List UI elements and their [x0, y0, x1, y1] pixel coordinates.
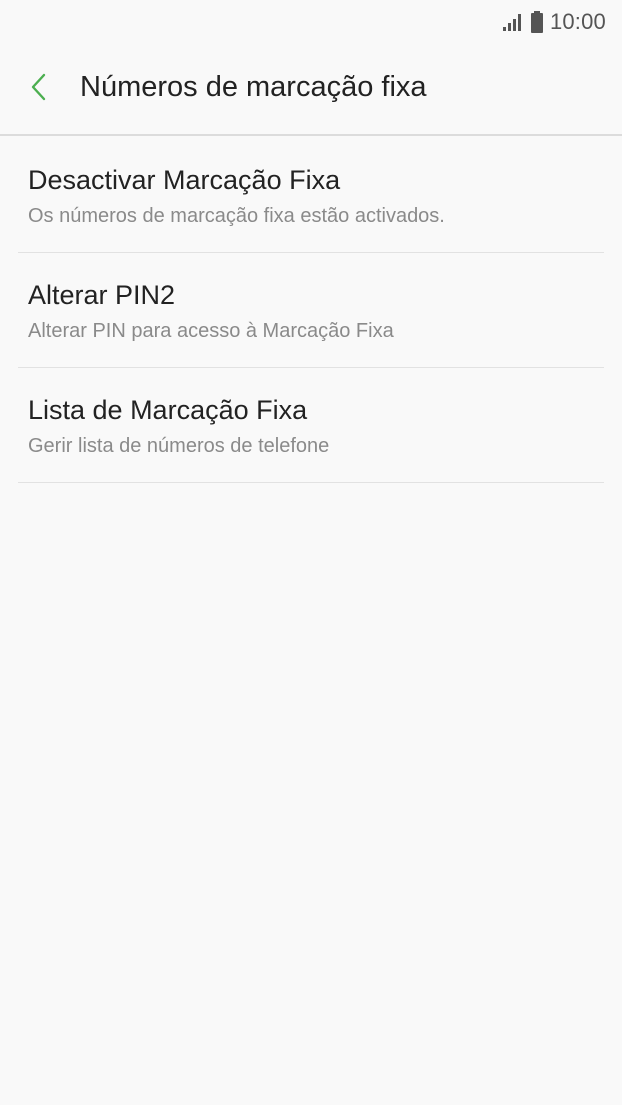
status-icons: 10:00	[502, 9, 606, 35]
list-item-subtitle: Gerir lista de números de telefone	[28, 435, 330, 457]
settings-list: Desactivar Marcação Fixa Os números de m…	[0, 138, 622, 483]
screen: 10:00 Números de marcação fixa Desactiva…	[0, 0, 622, 1105]
chevron-left-icon	[29, 72, 49, 107]
battery-icon	[530, 11, 544, 33]
list-item-title: Desactivar Marcação Fixa	[28, 165, 341, 195]
back-button[interactable]	[18, 68, 60, 110]
list-item-title: Lista de Marcação Fixa	[28, 395, 308, 425]
list-item-change-pin2[interactable]: Alterar PIN2 Alterar PIN para acesso à M…	[18, 253, 604, 368]
list-item-disable-fdn[interactable]: Desactivar Marcação Fixa Os números de m…	[18, 138, 604, 253]
signal-icon	[502, 13, 524, 31]
list-item-fdn-list[interactable]: Lista de Marcação Fixa Gerir lista de nú…	[18, 368, 604, 483]
status-bar: 10:00	[0, 0, 622, 44]
status-clock: 10:00	[549, 9, 606, 34]
list-item-subtitle: Alterar PIN para acesso à Marcação Fixa	[28, 320, 394, 342]
app-header: Números de marcação fixa	[0, 44, 622, 136]
list-item-subtitle: Os números de marcação fixa estão activa…	[28, 205, 445, 227]
list-item-title: Alterar PIN2	[28, 280, 176, 310]
page-title: Números de marcação fixa	[80, 71, 427, 103]
